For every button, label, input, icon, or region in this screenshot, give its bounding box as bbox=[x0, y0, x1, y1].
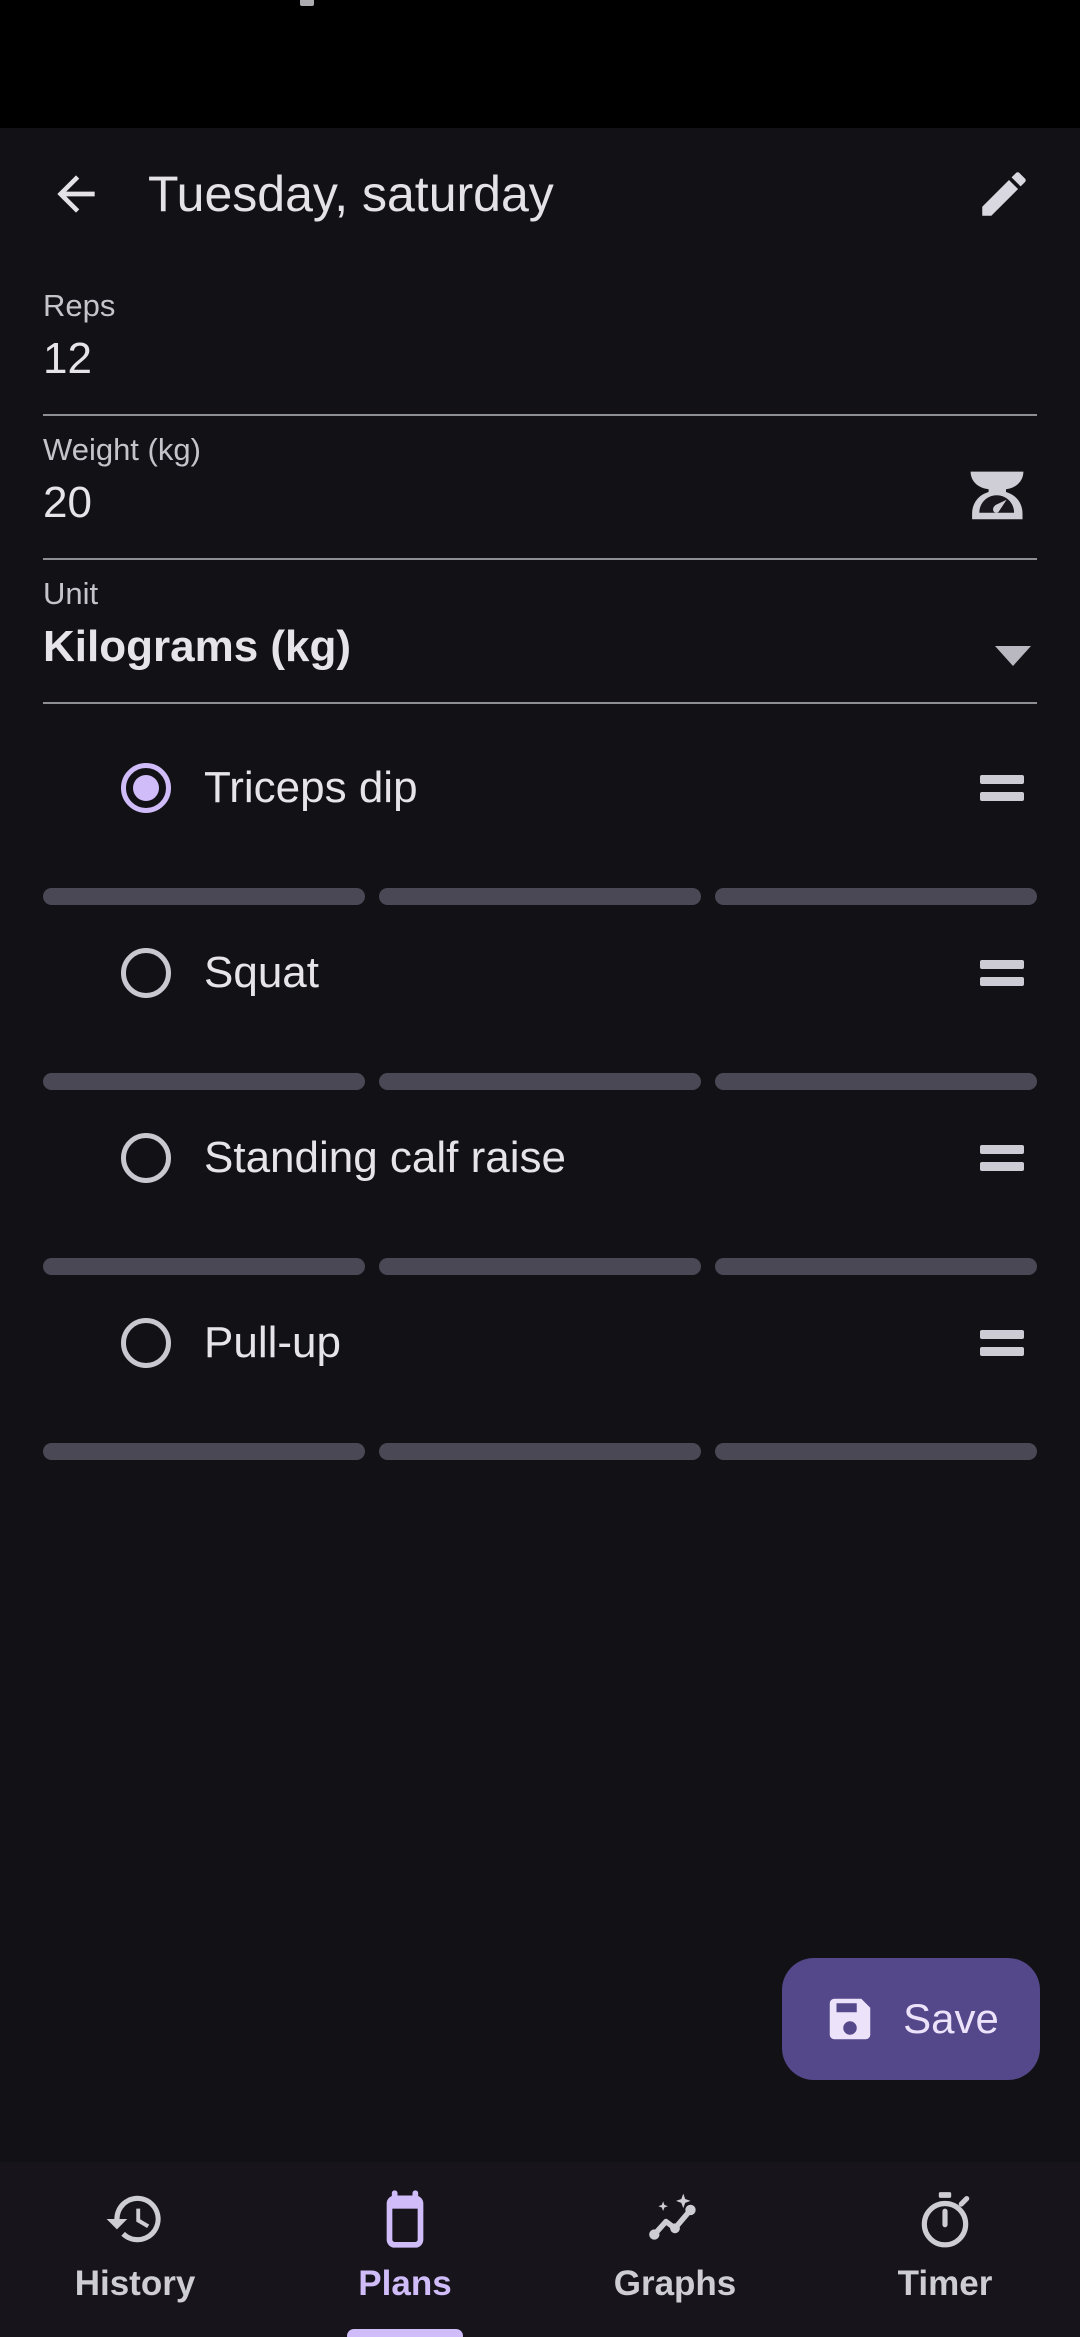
exercise-radio[interactable] bbox=[121, 1133, 171, 1183]
exercise-row[interactable]: Squat bbox=[0, 913, 1080, 1033]
progress-bar[interactable] bbox=[43, 1443, 365, 1460]
progress-bars bbox=[43, 888, 1037, 905]
exercise-name: Triceps dip bbox=[204, 763, 418, 812]
back-button[interactable] bbox=[20, 138, 132, 250]
progress-bar[interactable] bbox=[379, 888, 701, 905]
progress-bar[interactable] bbox=[715, 888, 1037, 905]
progress-bars bbox=[43, 1258, 1037, 1275]
progress-bar[interactable] bbox=[715, 1258, 1037, 1275]
calendar-icon bbox=[386, 2190, 424, 2248]
exercise-radio[interactable] bbox=[121, 1318, 171, 1368]
exercise-name: Squat bbox=[204, 948, 319, 997]
unit-select-value[interactable]: Kilograms (kg) bbox=[43, 616, 1037, 692]
weight-field[interactable]: Weight (kg) 20 bbox=[43, 416, 1037, 560]
list-item[interactable]: Triceps dip bbox=[0, 728, 1080, 913]
arrow-left-icon bbox=[57, 175, 95, 213]
progress-bar[interactable] bbox=[379, 1443, 701, 1460]
reps-input[interactable]: 12 bbox=[43, 328, 1037, 404]
progress-bar[interactable] bbox=[379, 1073, 701, 1090]
status-glyph-icon bbox=[300, 0, 314, 6]
progress-bars bbox=[43, 1443, 1037, 1460]
progress-bar[interactable] bbox=[43, 1073, 365, 1090]
progress-bar[interactable] bbox=[379, 1258, 701, 1275]
progress-bar[interactable] bbox=[43, 1258, 365, 1275]
nav-item-plans[interactable]: Plans bbox=[270, 2162, 540, 2337]
reps-field[interactable]: Reps 12 bbox=[43, 272, 1037, 416]
exercise-radio[interactable] bbox=[121, 948, 171, 998]
stopwatch-icon bbox=[921, 2192, 970, 2248]
nav-label: History bbox=[74, 2264, 196, 2303]
nav-item-graphs[interactable]: Graphs bbox=[540, 2162, 810, 2337]
pencil-icon bbox=[982, 172, 1026, 216]
nav-label: Graphs bbox=[613, 2264, 737, 2303]
unit-label: Unit bbox=[43, 576, 99, 611]
exercise-list: Triceps dip Squat Standing calf raise Pu… bbox=[0, 728, 1080, 1468]
nav-label: Plans bbox=[358, 2264, 452, 2303]
progress-bars bbox=[43, 1073, 1037, 1090]
app-screen: Tuesday, saturday Reps 12 Weight (kg) 20 bbox=[0, 0, 1080, 2337]
form-fields: Reps 12 Weight (kg) 20 Unit Kilograms (k… bbox=[0, 272, 1080, 704]
list-item[interactable]: Squat bbox=[0, 913, 1080, 1098]
exercise-row[interactable]: Triceps dip bbox=[0, 728, 1080, 848]
progress-bar[interactable] bbox=[715, 1073, 1037, 1090]
list-item[interactable]: Standing calf raise bbox=[0, 1098, 1080, 1283]
history-clock-icon bbox=[106, 2195, 161, 2243]
unit-field[interactable]: Unit Kilograms (kg) bbox=[43, 560, 1037, 704]
progress-bar[interactable] bbox=[715, 1443, 1037, 1460]
weight-label: Weight (kg) bbox=[43, 432, 201, 467]
bottom-navigation: History Plans Graphs Timer bbox=[0, 2162, 1080, 2337]
drag-handle-icon[interactable] bbox=[980, 1145, 1024, 1171]
chevron-down-icon[interactable] bbox=[995, 646, 1031, 666]
exercise-radio[interactable] bbox=[121, 763, 171, 813]
page-title: Tuesday, saturday bbox=[148, 166, 554, 222]
reps-label: Reps bbox=[43, 288, 116, 323]
drag-handle-icon[interactable] bbox=[980, 775, 1024, 801]
exercise-name: Pull-up bbox=[204, 1318, 341, 1367]
nav-item-history[interactable]: History bbox=[0, 2162, 270, 2337]
exercise-row[interactable]: Standing calf raise bbox=[0, 1098, 1080, 1218]
progress-bar[interactable] bbox=[43, 888, 365, 905]
nav-item-timer[interactable]: Timer bbox=[810, 2162, 1080, 2337]
nav-active-indicator bbox=[347, 2329, 463, 2337]
chart-sparkle-icon bbox=[649, 2193, 696, 2240]
edit-button[interactable] bbox=[950, 140, 1058, 248]
nav-label: Timer bbox=[897, 2264, 993, 2303]
list-item[interactable]: Pull-up bbox=[0, 1283, 1080, 1468]
weight-input[interactable]: 20 bbox=[43, 472, 1037, 548]
save-label: Save bbox=[903, 1995, 999, 2042]
drag-handle-icon[interactable] bbox=[980, 960, 1024, 986]
app-bar: Tuesday, saturday bbox=[0, 128, 1080, 260]
exercise-row[interactable]: Pull-up bbox=[0, 1283, 1080, 1403]
save-button[interactable]: Save bbox=[782, 1958, 1040, 2080]
drag-handle-icon[interactable] bbox=[980, 1330, 1024, 1356]
weight-scale-icon[interactable] bbox=[961, 462, 1033, 534]
exercise-name: Standing calf raise bbox=[204, 1133, 566, 1182]
floppy-disk-icon bbox=[829, 1998, 871, 2040]
status-bar bbox=[0, 0, 1080, 128]
